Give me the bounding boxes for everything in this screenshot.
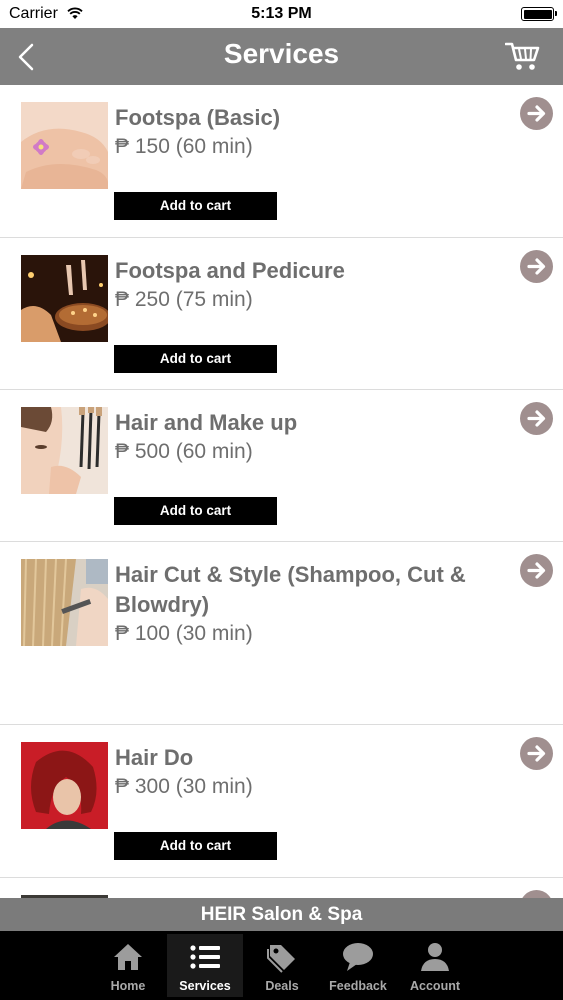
service-thumbnail: [21, 559, 108, 646]
service-thumbnail: [21, 255, 108, 342]
arrow-right-icon[interactable]: [520, 402, 553, 435]
service-row-footspa-pedicure[interactable]: Footspa and Pedicure ₱ 250 (75 min) Add …: [0, 238, 563, 390]
service-thumbnail: [21, 742, 108, 829]
tab-services[interactable]: Services: [167, 934, 243, 997]
service-name: Hair Do: [115, 745, 194, 770]
add-to-cart-button[interactable]: Add to cart: [114, 345, 277, 373]
list-icon: [190, 945, 220, 969]
tab-home[interactable]: Home: [90, 934, 166, 997]
tab-bar: Home Services Deals Feedback Account: [0, 931, 563, 1000]
home-icon: [114, 944, 142, 970]
service-row-hair-cut-style[interactable]: Hair Cut & Style (Shampoo, Cut & Blowdry…: [0, 542, 563, 725]
clock: 5:13 PM: [251, 5, 312, 22]
service-name: Footspa (Basic): [115, 105, 281, 130]
service-name: Footspa and Pedicure: [115, 258, 345, 283]
tab-label: Services: [179, 979, 231, 993]
add-to-cart-button[interactable]: Add to cart: [114, 832, 277, 860]
status-bar: Carrier 5:13 PM: [0, 0, 563, 28]
service-list[interactable]: Footspa (Basic) ₱ 150 (60 min) Add to ca…: [0, 85, 563, 898]
cart-icon[interactable]: [505, 40, 541, 72]
service-thumbnail: [21, 407, 108, 494]
service-price: ₱ 300 (30 min): [115, 775, 253, 798]
brand-banner: HEIR Salon & Spa: [0, 898, 563, 931]
service-name: Hair and Make up: [115, 410, 298, 435]
service-row-footspa-basic[interactable]: Footspa (Basic) ₱ 150 (60 min) Add to ca…: [0, 85, 563, 238]
tab-deals[interactable]: Deals: [244, 934, 320, 997]
page-title: Services: [223, 38, 340, 69]
arrow-right-icon[interactable]: [520, 97, 553, 130]
service-price: ₱ 500 (60 min): [115, 440, 253, 463]
arrow-right-icon[interactable]: [520, 554, 553, 587]
arrow-right-icon[interactable]: [520, 250, 553, 283]
arrow-right-icon[interactable]: [520, 737, 553, 770]
add-to-cart-button[interactable]: Add to cart: [114, 497, 277, 525]
service-name: Hair Cut & Style (Shampoo, Cut & Blowdry…: [115, 562, 466, 617]
arrow-right-icon[interactable]: [520, 890, 553, 898]
tab-label: Feedback: [329, 979, 387, 993]
service-thumbnail: [21, 102, 108, 189]
speech-bubble-icon: [343, 943, 373, 971]
tag-icon: [267, 945, 295, 973]
tab-account[interactable]: Account: [397, 934, 473, 997]
service-row-hair-makeup[interactable]: Hair and Make up ₱ 500 (60 min) Add to c…: [0, 390, 563, 542]
add-to-cart-button[interactable]: Add to cart: [114, 192, 277, 220]
tab-label: Home: [110, 979, 146, 993]
nav-bar: Services: [0, 28, 563, 85]
service-price: ₱ 250 (75 min): [115, 288, 253, 311]
battery-icon: [521, 7, 557, 21]
service-row-hair-do[interactable]: Hair Do ₱ 300 (30 min) Add to cart: [0, 725, 563, 878]
service-price: ₱ 100 (30 min): [115, 622, 253, 645]
person-icon: [421, 943, 449, 971]
service-price: ₱ 150 (60 min): [115, 135, 253, 158]
tab-label: Deals: [265, 979, 299, 993]
tab-label: Account: [410, 979, 460, 993]
service-row-partial[interactable]: [0, 878, 563, 898]
tab-feedback[interactable]: Feedback: [320, 934, 396, 997]
